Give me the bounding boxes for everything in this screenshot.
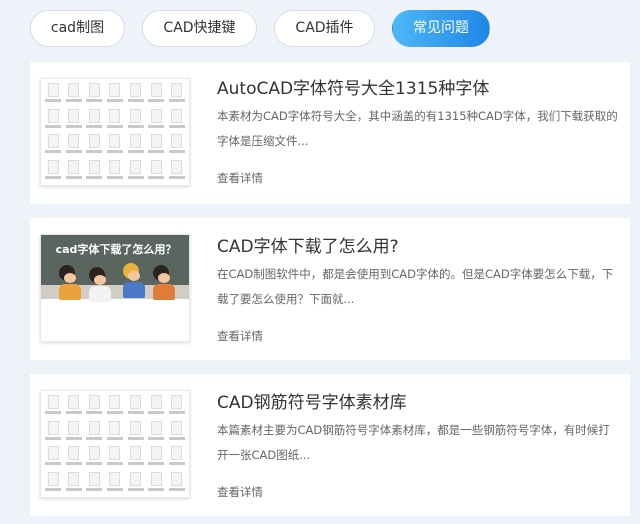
font-file-icon (168, 83, 185, 105)
font-file-icon (106, 446, 124, 468)
article-title[interactable]: AutoCAD字体符号大全1315种字体 (217, 74, 489, 99)
student-illustration (89, 267, 111, 302)
font-file-icon (148, 446, 165, 468)
article-card: CAD钢筋符号字体素材库 本篇素材主要为CAD钢筋符号字体素材库，都是一些钢筋符… (30, 374, 630, 516)
student-illustration (123, 263, 145, 298)
font-file-icon (86, 395, 103, 417)
font-file-icon (168, 471, 185, 494)
font-file-icon (148, 471, 165, 494)
font-file-icon (127, 395, 144, 417)
article-card: AutoCAD字体符号大全1315种字体 本素材为CAD字体符号大全，其中涵盖的… (30, 62, 630, 204)
font-file-icon (148, 134, 165, 156)
font-file-icon (148, 395, 165, 417)
student-illustration (59, 265, 81, 300)
view-details-link[interactable]: 查看详情 (217, 170, 263, 186)
font-file-icon (127, 159, 144, 182)
font-file-icon (168, 446, 185, 468)
font-file-icon (65, 395, 83, 417)
font-file-icon (45, 134, 62, 156)
font-file-icon (127, 420, 144, 443)
font-file-icon (127, 134, 144, 156)
font-file-icon (65, 446, 83, 468)
font-file-icon (86, 159, 103, 182)
font-file-icon (45, 471, 62, 494)
font-file-icon (86, 471, 103, 494)
font-file-icon (127, 83, 144, 105)
font-file-icon (148, 83, 165, 105)
font-file-icon (168, 395, 185, 417)
font-file-icon (127, 108, 144, 131)
font-file-icon (168, 108, 185, 131)
font-file-icon (65, 159, 83, 182)
font-file-icon (86, 83, 103, 105)
article-description: 在CAD制图软件中，都是会使用到CAD字体的。但是CAD字体要怎么下载，下载了要… (217, 267, 614, 306)
font-file-icon (86, 446, 103, 468)
font-file-icon (45, 159, 62, 182)
font-file-icon (45, 395, 62, 417)
font-file-icon (127, 446, 144, 468)
font-file-icon (106, 83, 124, 105)
font-file-icon (148, 159, 165, 182)
font-file-grid (45, 395, 185, 493)
tab-cad-shortcuts[interactable]: CAD快捷键 (142, 10, 257, 47)
font-file-grid (45, 83, 185, 181)
font-file-icon (106, 134, 124, 156)
font-file-icon (148, 108, 165, 131)
font-file-icon (106, 471, 124, 494)
font-file-icon (148, 420, 165, 443)
view-details-link[interactable]: 查看详情 (217, 328, 263, 344)
thumbnail-caption: cad字体下载了怎么用？ (55, 243, 177, 256)
font-file-icon (168, 420, 185, 443)
article-thumbnail[interactable]: cad字体下载了怎么用？ (40, 234, 190, 342)
font-file-icon (106, 420, 124, 443)
font-file-icon (65, 471, 83, 494)
font-file-icon (106, 395, 124, 417)
tab-faq[interactable]: 常见问题 (392, 10, 490, 47)
font-file-icon (65, 108, 83, 131)
article-thumbnail[interactable] (40, 78, 190, 186)
article-description: 本篇素材主要为CAD钢筋符号字体素材库，都是一些钢筋符号字体，有时候打开一张CA… (217, 423, 610, 462)
tab-cad-plugins[interactable]: CAD插件 (274, 10, 375, 47)
font-file-icon (45, 420, 62, 443)
font-file-icon (127, 471, 144, 494)
article-card: cad字体下载了怎么用？ CAD字体下载了怎么用? 在CAD制图软件中，都是会使… (30, 218, 630, 360)
font-file-icon (86, 134, 103, 156)
font-file-icon (65, 83, 83, 105)
font-file-icon (106, 108, 124, 131)
view-details-link[interactable]: 查看详情 (217, 484, 263, 500)
font-file-icon (168, 159, 185, 182)
article-title[interactable]: CAD钢筋符号字体素材库 (217, 388, 407, 413)
student-illustration (153, 265, 175, 300)
article-description: 本素材为CAD字体符号大全，其中涵盖的有1315种CAD字体，我们下载获取的字体… (217, 109, 618, 148)
font-file-icon (65, 134, 83, 156)
font-file-icon (45, 108, 62, 131)
font-file-icon (86, 108, 103, 131)
font-file-icon (168, 134, 185, 156)
font-file-icon (106, 159, 124, 182)
article-thumbnail[interactable] (40, 390, 190, 498)
font-file-icon (65, 420, 83, 443)
font-file-icon (86, 420, 103, 443)
font-file-icon (45, 446, 62, 468)
font-file-icon (45, 83, 62, 105)
tab-cad-drawing[interactable]: cad制图 (30, 10, 125, 47)
article-title[interactable]: CAD字体下载了怎么用? (217, 232, 399, 257)
